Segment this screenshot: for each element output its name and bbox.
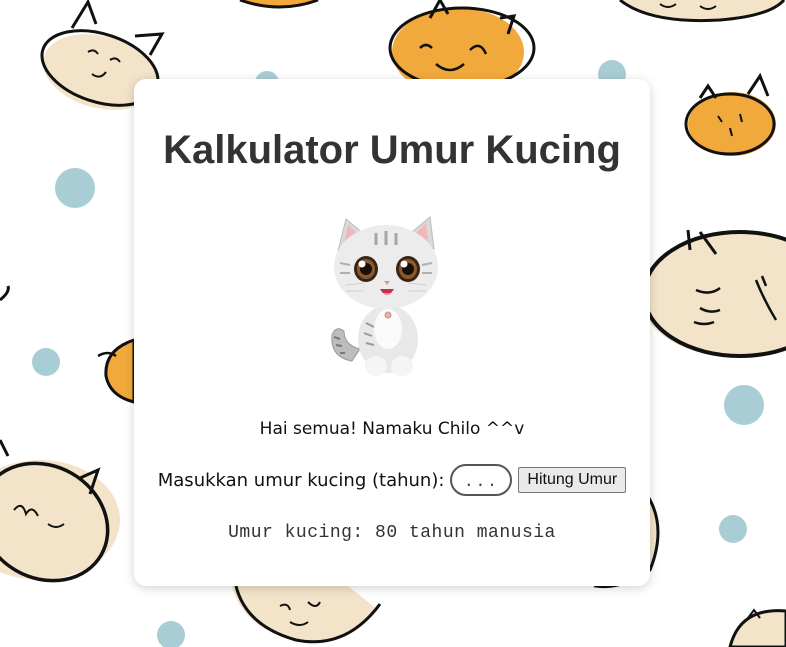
age-input-label: Masukkan umur kucing (tahun): — [157, 469, 445, 491]
decor-cat-face — [640, 229, 786, 358]
cat-age-input[interactable] — [450, 464, 513, 496]
page-title: Kalkulator Umur Kucing — [163, 128, 621, 172]
decor-dot — [719, 515, 747, 543]
decor-line — [0, 285, 10, 302]
page: Kalkulator Umur Kucing Hai semua! Namaku… — [0, 0, 786, 647]
decor-cat-face — [619, 0, 786, 23]
age-form: Masukkan umur kucing (tahun): Hitung Umu… — [154, 461, 630, 499]
result-text: Umur kucing: 80 tahun manusia — [228, 523, 556, 543]
decor-dot — [724, 385, 764, 425]
decor-dot — [55, 168, 95, 208]
decor-dot — [157, 621, 185, 647]
calculator-card: Kalkulator Umur Kucing Hai semua! Namaku… — [134, 79, 650, 586]
decor-cat-face — [0, 439, 120, 583]
decor-cat-face — [684, 72, 776, 156]
greeting-text: Hai semua! Namaku Chilo ^^v — [259, 419, 525, 439]
calculate-age-button[interactable]: Hitung Umur — [518, 467, 627, 493]
cat-illustration — [331, 216, 438, 376]
decor-cat-face — [97, 337, 136, 404]
decor-cat-face — [239, 0, 319, 9]
decor-dot — [32, 348, 60, 376]
decor-cat-face — [232, 585, 382, 644]
